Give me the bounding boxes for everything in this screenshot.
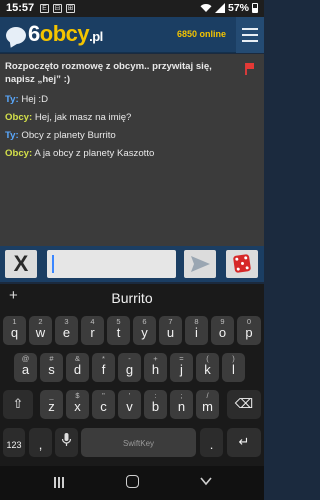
wifi-icon [200, 4, 212, 12]
sender-label: Ty: [5, 94, 19, 105]
key-n[interactable]: ; n [170, 390, 193, 419]
key-s[interactable]: # s [40, 353, 63, 382]
period-key[interactable]: . [200, 428, 223, 457]
mic-key[interactable] [55, 428, 78, 457]
menu-bar [242, 40, 258, 42]
space-key[interactable]: SwiftKey [81, 428, 196, 457]
message-input-bar: X [0, 246, 264, 282]
onscreen-keyboard: + Burrito 1q 2w 3e 4r 5t 6y 7u 8i 9o 0p … [0, 284, 264, 466]
battery-percent: 57% [227, 2, 249, 14]
logo-text: 6obcy.pl [28, 21, 103, 46]
swiftkey-brand: SwiftKey [122, 439, 155, 448]
battery-icon [252, 3, 258, 13]
key-i[interactable]: 8i [185, 316, 208, 345]
chat-message: Obcy: Hej, jak masz na imię? [5, 109, 242, 127]
notification-icon: ⊞ [66, 4, 75, 13]
message-text: Hej :D [18, 94, 49, 105]
key-w[interactable]: 2w [29, 316, 52, 345]
site-logo[interactable]: 6obcy.pl [6, 20, 103, 51]
backspace-key[interactable]: ⌫ [227, 390, 261, 419]
symbols-key[interactable]: 123 [3, 428, 25, 457]
key-d[interactable]: & d [66, 353, 89, 382]
key-k[interactable]: (k [196, 353, 219, 382]
chat-log[interactable]: Rozpoczęto rozmowę z obcym.. przywitaj s… [0, 54, 264, 246]
send-icon [191, 256, 210, 272]
notification-icon: E [40, 4, 49, 13]
shift-icon: ⇧ [12, 396, 24, 411]
chat-message: Ty: Hej :D [5, 91, 242, 109]
status-time: 15:57 [6, 2, 35, 14]
back-chevron-icon[interactable] [200, 474, 212, 489]
enter-icon: ↵ [238, 434, 250, 449]
backspace-icon: ⌫ [234, 396, 254, 411]
sender-label: Obcy: [5, 148, 33, 159]
random-button[interactable] [226, 250, 258, 278]
speech-bubble-icon [6, 27, 26, 44]
send-button[interactable] [184, 250, 216, 278]
key-t[interactable]: 5t [107, 316, 130, 345]
suggestion-bar: + Burrito [0, 284, 264, 312]
message-text: A ja obcy z planety Kaszotto [32, 148, 155, 159]
dice-icon [232, 253, 252, 274]
comma-key[interactable]: , [29, 428, 52, 457]
hamburger-menu-button[interactable] [236, 17, 264, 53]
key-g[interactable]: -g [118, 353, 141, 382]
key-l[interactable]: ) l [222, 353, 245, 382]
key-p[interactable]: 0p [237, 316, 261, 345]
chat-message: Ty: Obcy z planety Burrito [5, 127, 242, 145]
key-o[interactable]: 9o [211, 316, 234, 345]
microphone-icon [61, 433, 72, 446]
chat-message: Obcy: A ja obcy z planety Kaszotto [5, 145, 242, 163]
text-caret [52, 255, 54, 273]
key-r[interactable]: 4r [81, 316, 104, 345]
key-v[interactable]: ' v [118, 390, 141, 419]
key-u[interactable]: 7u [159, 316, 182, 345]
online-count: 6850 online [177, 29, 227, 39]
key-h[interactable]: + h [144, 353, 167, 382]
message-input[interactable] [47, 250, 176, 278]
notification-icon: ⊟ [53, 4, 62, 13]
key-j[interactable]: = j [170, 353, 193, 382]
key-z[interactable]: _ z [40, 390, 63, 419]
shift-key[interactable]: ⇧ [3, 390, 33, 419]
recent-apps-icon[interactable] [53, 477, 65, 488]
key-m[interactable]: / m [196, 390, 219, 419]
signal-icon [214, 3, 225, 13]
key-f[interactable]: * f [92, 353, 115, 382]
menu-bar [242, 34, 258, 36]
key-c[interactable]: " c [92, 390, 115, 419]
enter-key[interactable]: ↵ [227, 428, 261, 457]
report-flag-icon[interactable] [245, 63, 255, 75]
message-text: Hej, jak masz na imię? [32, 112, 132, 123]
key-q[interactable]: 1q [3, 316, 26, 345]
message-text: Obcy z planety Burrito [18, 130, 116, 141]
key-b[interactable]: :b [144, 390, 167, 419]
key-e[interactable]: 3e [55, 316, 78, 345]
disconnect-button[interactable]: X [5, 250, 37, 278]
status-bar: 15:57 E ⊟ ⊞ 57% [0, 0, 264, 17]
system-nav-bar [0, 466, 264, 500]
suggestion-word[interactable]: Burrito [0, 290, 264, 306]
sender-label: Ty: [5, 130, 19, 141]
status-indicators: 57% [200, 2, 258, 14]
key-y[interactable]: 6y [133, 316, 156, 345]
key-x[interactable]: $ x [66, 390, 89, 419]
sender-label: Obcy: [5, 112, 33, 123]
home-icon[interactable] [126, 475, 139, 488]
menu-bar [242, 28, 258, 30]
system-message: Rozpoczęto rozmowę z obcym.. przywitaj s… [5, 61, 212, 85]
key-a[interactable]: @ a [14, 353, 37, 382]
app-header: 6obcy.pl 6850 online [0, 17, 264, 53]
